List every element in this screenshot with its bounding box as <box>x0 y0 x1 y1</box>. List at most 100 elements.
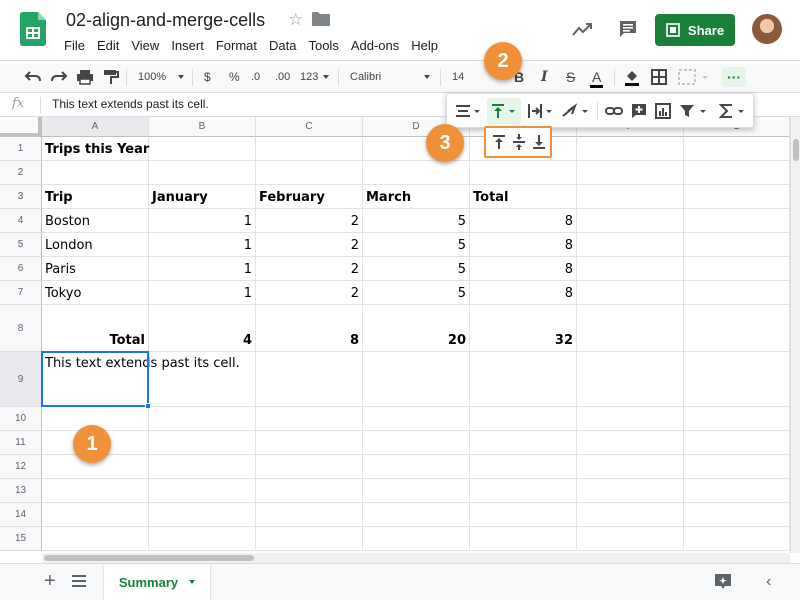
menu-help[interactable]: Help <box>405 36 444 55</box>
cell-f8[interactable] <box>577 305 684 352</box>
text-rotation-icon[interactable] <box>561 102 589 120</box>
row-header-3[interactable]: 3 <box>0 185 42 209</box>
row-header-10[interactable]: 10 <box>0 407 42 431</box>
comment-icon[interactable] <box>619 20 637 38</box>
menu-format[interactable]: Format <box>210 36 263 55</box>
cell-f2[interactable] <box>577 161 684 185</box>
cell-a2[interactable] <box>42 161 149 185</box>
merge-cells-icon[interactable] <box>678 68 708 86</box>
row-header-2[interactable]: 2 <box>0 161 42 185</box>
cell-c14[interactable] <box>256 503 363 527</box>
filter-icon[interactable] <box>679 102 709 120</box>
align-top-option-icon[interactable] <box>492 134 506 150</box>
cell-f11[interactable] <box>577 431 684 455</box>
cell-b14[interactable] <box>149 503 256 527</box>
cell-e3[interactable]: Total <box>470 185 577 209</box>
cell-c11[interactable] <box>256 431 363 455</box>
row-header-7[interactable]: 7 <box>0 281 42 305</box>
all-sheets-list-icon[interactable] <box>72 575 86 587</box>
more-formats-button[interactable]: 123 <box>300 68 330 86</box>
cell-b13[interactable] <box>149 479 256 503</box>
row-header-1[interactable]: 1 <box>0 137 42 161</box>
add-sheet-button[interactable]: + <box>44 570 56 593</box>
zoom-select[interactable]: 100% <box>138 68 185 86</box>
cell-e15[interactable] <box>470 527 577 551</box>
fill-handle[interactable] <box>145 403 151 409</box>
cell-f4[interactable] <box>577 209 684 233</box>
menu-tools[interactable]: Tools <box>302 36 344 55</box>
cell-f1[interactable] <box>577 137 684 161</box>
cell-d8[interactable]: 20 <box>363 305 470 352</box>
cell-e13[interactable] <box>470 479 577 503</box>
cell-e6[interactable]: 8 <box>470 257 577 281</box>
align-middle-option-icon[interactable] <box>512 134 526 150</box>
share-button[interactable]: Share <box>655 14 735 46</box>
cell-d6[interactable]: 5 <box>363 257 470 281</box>
undo-icon[interactable] <box>24 68 42 86</box>
activity-dashboard-icon[interactable] <box>572 22 592 36</box>
menu-data[interactable]: Data <box>263 36 302 55</box>
cell-b9[interactable] <box>149 352 256 407</box>
cell-c5[interactable]: 2 <box>256 233 363 257</box>
menu-edit[interactable]: Edit <box>91 36 125 55</box>
cell-b7[interactable]: 1 <box>149 281 256 305</box>
cell-e10[interactable] <box>470 407 577 431</box>
cell-g9[interactable] <box>684 352 790 407</box>
cell-e2[interactable] <box>470 161 577 185</box>
menu-insert[interactable]: Insert <box>165 36 210 55</box>
explore-icon[interactable] <box>714 573 732 591</box>
cell-a7[interactable]: Tokyo <box>42 281 149 305</box>
cell-g11[interactable] <box>684 431 790 455</box>
cell-f3[interactable] <box>577 185 684 209</box>
cell-g2[interactable] <box>684 161 790 185</box>
select-all-corner[interactable] <box>0 117 42 137</box>
cell-e14[interactable] <box>470 503 577 527</box>
cell-d4[interactable]: 5 <box>363 209 470 233</box>
cell-f14[interactable] <box>577 503 684 527</box>
cell-b8[interactable]: 4 <box>149 305 256 352</box>
redo-icon[interactable] <box>50 68 68 86</box>
cell-b12[interactable] <box>149 455 256 479</box>
paint-format-icon[interactable] <box>102 68 120 86</box>
menu-addons[interactable]: Add-ons <box>345 36 405 55</box>
cell-g8[interactable] <box>684 305 790 352</box>
insert-link-icon[interactable] <box>605 102 623 120</box>
row-header-5[interactable]: 5 <box>0 233 42 257</box>
document-title[interactable]: 02-align-and-merge-cells <box>66 10 265 31</box>
cell-d12[interactable] <box>363 455 470 479</box>
cell-d14[interactable] <box>363 503 470 527</box>
cell-b3[interactable]: January <box>149 185 256 209</box>
cell-d15[interactable] <box>363 527 470 551</box>
cell-f6[interactable] <box>577 257 684 281</box>
cell-a6[interactable]: Paris <box>42 257 149 281</box>
strikethrough-button[interactable]: S <box>566 68 575 86</box>
cell-a13[interactable] <box>42 479 149 503</box>
cell-c8[interactable]: 8 <box>256 305 363 352</box>
cell-f5[interactable] <box>577 233 684 257</box>
cell-b15[interactable] <box>149 527 256 551</box>
insert-comment-icon[interactable] <box>631 102 647 120</box>
cell-d7[interactable]: 5 <box>363 281 470 305</box>
row-header-14[interactable]: 14 <box>0 503 42 527</box>
vertical-align-button[interactable] <box>487 98 521 124</box>
cell-d5[interactable]: 5 <box>363 233 470 257</box>
cell-g12[interactable] <box>684 455 790 479</box>
column-header-b[interactable]: B <box>149 117 256 137</box>
italic-button[interactable]: I <box>541 68 548 86</box>
cell-g3[interactable] <box>684 185 790 209</box>
sheet-tab-summary[interactable]: Summary <box>104 564 210 600</box>
vertical-scrollbar[interactable] <box>790 117 800 553</box>
cell-b4[interactable]: 1 <box>149 209 256 233</box>
cell-e11[interactable] <box>470 431 577 455</box>
cell-b11[interactable] <box>149 431 256 455</box>
cell-c13[interactable] <box>256 479 363 503</box>
cell-g6[interactable] <box>684 257 790 281</box>
spreadsheet-grid[interactable]: ABCDEFG 123456789101112131415 Trips this… <box>0 117 790 553</box>
cell-c3[interactable]: February <box>256 185 363 209</box>
cell-c2[interactable] <box>256 161 363 185</box>
functions-icon[interactable] <box>719 102 749 120</box>
avatar[interactable] <box>752 14 782 44</box>
row-header-11[interactable]: 11 <box>0 431 42 455</box>
cell-a4[interactable]: Boston <box>42 209 149 233</box>
cell-d2[interactable] <box>363 161 470 185</box>
